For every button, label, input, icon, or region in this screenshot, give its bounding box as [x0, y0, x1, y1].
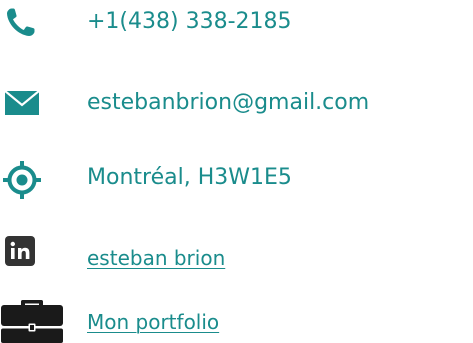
- contact-row-email: estebanbrion@gmail.com: [0, 80, 473, 126]
- briefcase-icon[interactable]: [0, 300, 64, 343]
- phone-icon: [7, 8, 35, 36]
- location-text: Montréal, H3W1E5: [87, 165, 292, 190]
- contact-row-phone: +1(438) 338-2185: [0, 0, 473, 46]
- linkedin-link[interactable]: esteban brion: [87, 248, 225, 268]
- email-address: estebanbrion@gmail.com: [87, 90, 370, 115]
- phone-number: +1(438) 338-2185: [87, 9, 292, 34]
- envelope-icon: [5, 91, 39, 115]
- contact-row-linkedin: esteban brion: [0, 236, 473, 282]
- portfolio-link[interactable]: Mon portfolio: [87, 312, 219, 332]
- contact-row-location: Montréal, H3W1E5: [0, 155, 473, 205]
- contact-row-portfolio: Mon portfolio: [0, 300, 473, 343]
- location-target-icon: [3, 161, 41, 199]
- linkedin-icon[interactable]: [5, 236, 35, 266]
